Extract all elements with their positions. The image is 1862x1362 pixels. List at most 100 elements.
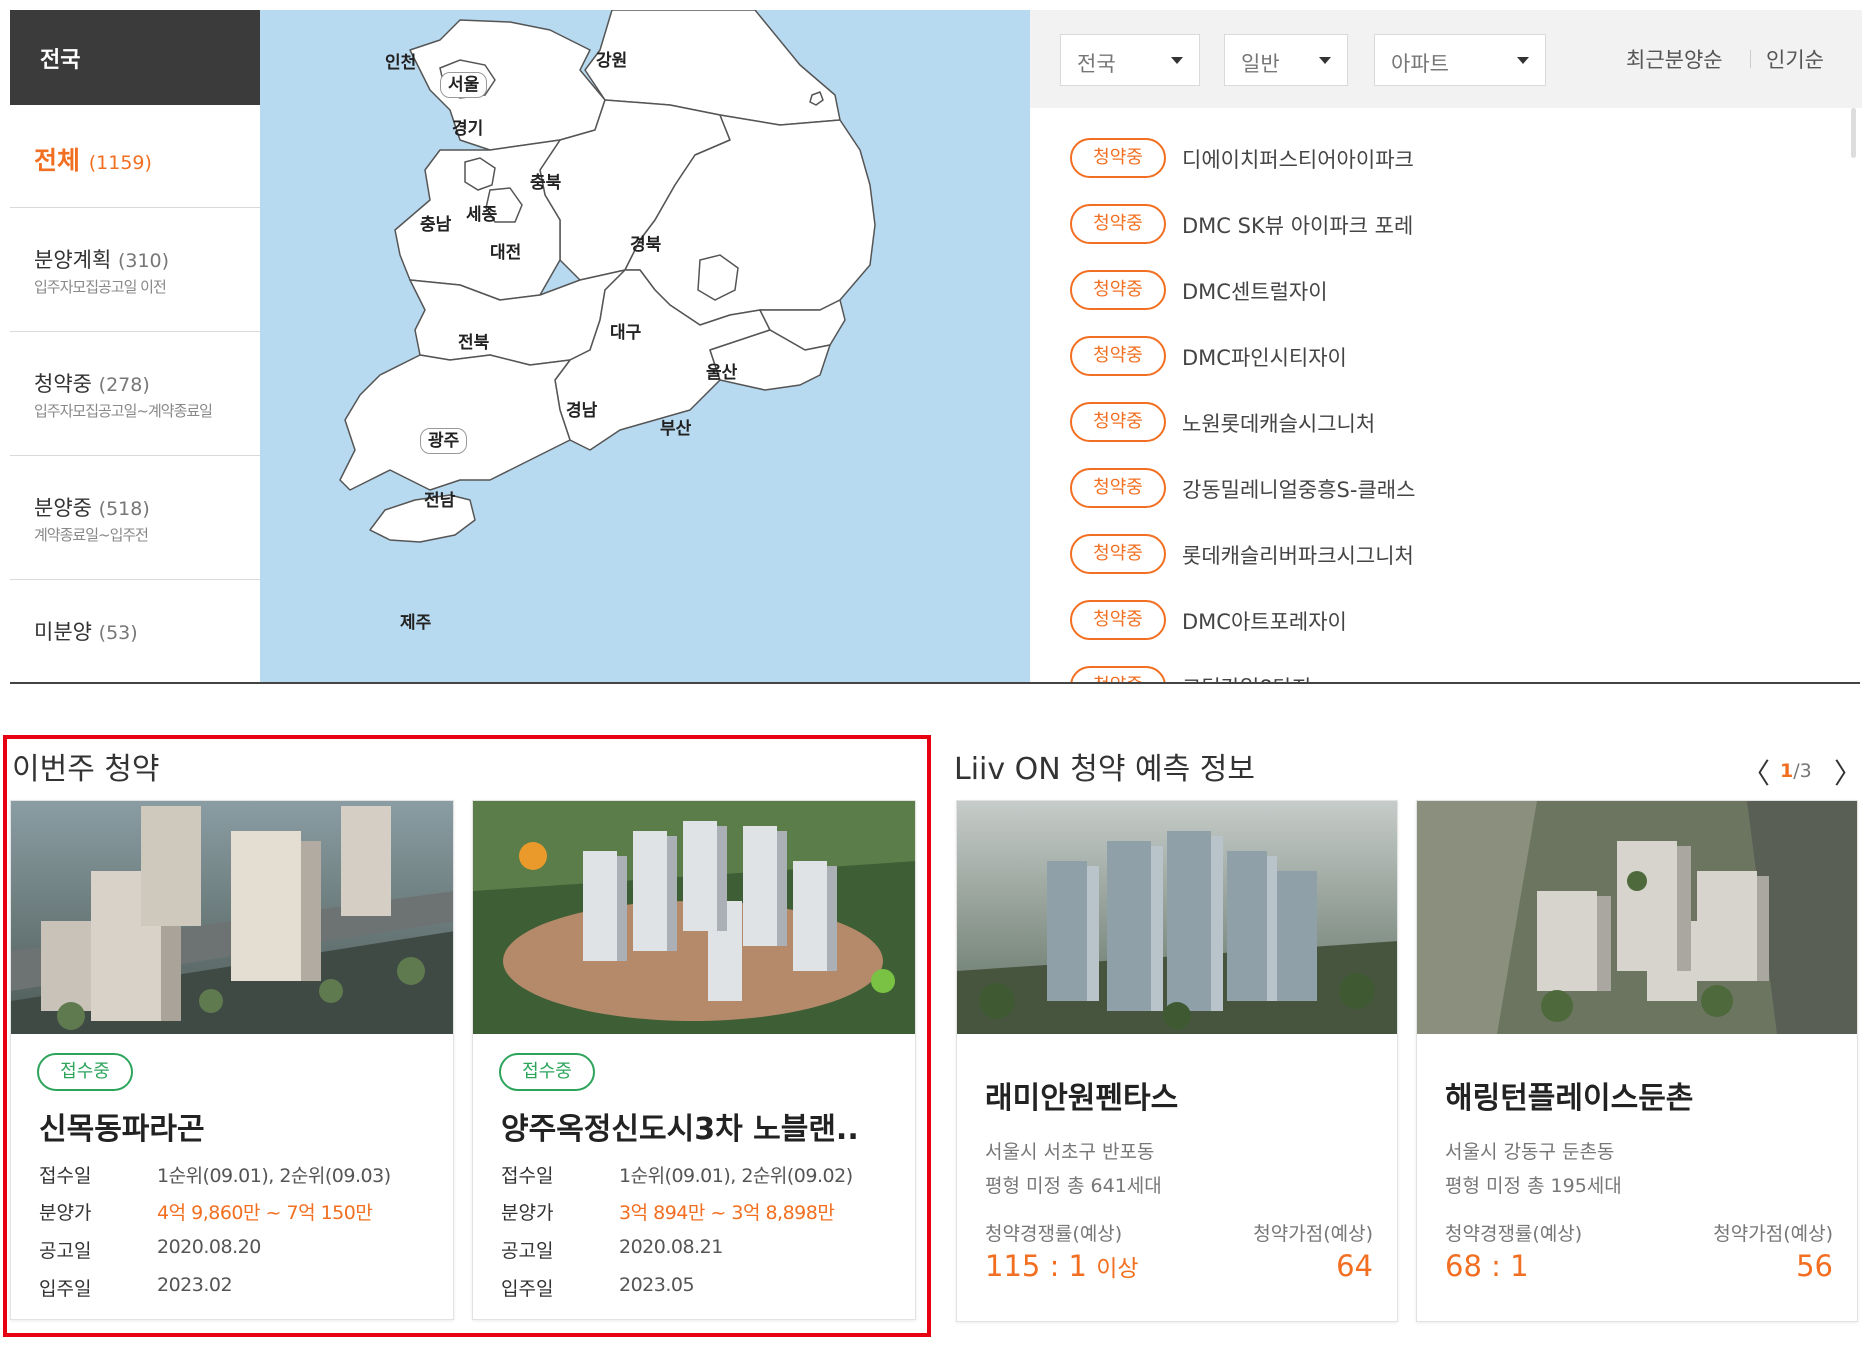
prev-arrow-icon[interactable]: 〈 bbox=[1742, 752, 1770, 792]
category-all[interactable]: 전체 (1159) bbox=[10, 105, 260, 208]
caret-down-icon bbox=[1171, 57, 1183, 64]
row-key: 분양가 bbox=[39, 1202, 92, 1224]
building-type-select[interactable]: 아파트 bbox=[1374, 34, 1546, 86]
region-gyeongnam[interactable]: 경남 bbox=[566, 396, 597, 421]
list-item-name: 고덕강일8단지 bbox=[1182, 672, 1311, 682]
card-address: 서울시 강동구 둔촌동 bbox=[1445, 1141, 1615, 1163]
region-tab-label: 전국 bbox=[40, 48, 81, 73]
sort-popular-link[interactable]: 인기순 bbox=[1766, 44, 1824, 74]
rate-number: 68 : 1 bbox=[1445, 1249, 1529, 1283]
region-jeonnam[interactable]: 전남 bbox=[424, 486, 455, 511]
supply-type-select-value: 일반 bbox=[1241, 52, 1280, 76]
category-selling[interactable]: 분양중 (518) 계약종료일~입주전 bbox=[10, 456, 260, 580]
status-badge: 청약중 bbox=[1070, 138, 1166, 178]
region-chungnam[interactable]: 충남 bbox=[420, 210, 451, 235]
filter-bar: 전국 일반 아파트 최근분양순 인기순 bbox=[1030, 10, 1862, 108]
category-title: 분양중 bbox=[34, 496, 92, 520]
region-ulsan[interactable]: 울산 bbox=[706, 358, 737, 383]
row-value: 1순위(09.01), 2순위(09.02) bbox=[619, 1165, 853, 1187]
row-key: 접수일 bbox=[501, 1165, 554, 1187]
subscription-card[interactable]: 접수중 양주옥정신도시3차 노블랜.. 접수일 1순위(09.01), 2순위(0… bbox=[472, 800, 916, 1320]
region-chungbuk[interactable]: 충북 bbox=[530, 168, 561, 193]
status-badge: 청약중 bbox=[1070, 534, 1166, 574]
category-count: (53) bbox=[98, 622, 138, 644]
region-busan[interactable]: 부산 bbox=[660, 414, 691, 439]
prediction-card[interactable]: 해링턴플레이스둔촌 서울시 강동구 둔촌동 평형 미정 총 195세대 청약경쟁… bbox=[1416, 800, 1858, 1322]
list-item-name: DMC아트포레자이 bbox=[1182, 610, 1347, 634]
list-item-name: 강동밀레니얼중흥S-클래스 bbox=[1182, 478, 1416, 502]
row-value: 2020.08.20 bbox=[157, 1236, 261, 1258]
category-planned[interactable]: 분양계획 (310) 입주자모집공고일 이전 bbox=[10, 208, 260, 332]
card-address: 서울시 서초구 반포동 bbox=[985, 1141, 1155, 1163]
this-week-title: 이번주 청약 bbox=[12, 752, 160, 787]
region-sejong[interactable]: 세종 bbox=[466, 200, 497, 225]
status-badge: 청약중 bbox=[1070, 402, 1166, 442]
building-image bbox=[473, 801, 915, 1034]
korea-map-shape bbox=[339, 10, 876, 543]
status-badge: 청약중 bbox=[1070, 468, 1166, 508]
list-item-name: DMC SK뷰 아이파크 포레 bbox=[1182, 214, 1414, 238]
row-key: 입주일 bbox=[39, 1278, 92, 1300]
sort-recent-link[interactable]: 최근분양순 bbox=[1626, 44, 1723, 74]
category-subtitle: 입주자모집공고일 이전 bbox=[34, 278, 167, 296]
category-subtitle: 입주자모집공고일~계약종료일 bbox=[34, 402, 213, 420]
region-gyeonggi[interactable]: 경기 bbox=[452, 114, 483, 139]
list-item-name: DMC센트럴자이 bbox=[1182, 280, 1328, 304]
category-subscribing[interactable]: 청약중 (278) 입주자모집공고일~계약종료일 bbox=[10, 332, 260, 456]
row-key: 접수일 bbox=[39, 1165, 92, 1187]
list-scrollbar[interactable] bbox=[1851, 108, 1856, 158]
region-daejeon[interactable]: 대전 bbox=[490, 238, 521, 263]
score-label: 청약가점(예상) bbox=[1253, 1223, 1373, 1245]
row-value: 2023.02 bbox=[157, 1274, 233, 1296]
sort-separator bbox=[1750, 50, 1751, 68]
list-item-name: 롯데캐슬리버파크시그니처 bbox=[1182, 544, 1414, 568]
prediction-title: Liiv ON 청약 예측 정보 bbox=[954, 752, 1255, 787]
region-tab[interactable]: 전국 bbox=[10, 10, 302, 105]
subscription-card[interactable]: 접수중 신목동파라곤 접수일 1순위(09.01), 2순위(09.03) 분양가… bbox=[10, 800, 454, 1320]
region-incheon[interactable]: 인천 bbox=[385, 48, 416, 73]
region-gyeongbuk[interactable]: 경북 bbox=[630, 230, 661, 255]
pager: 〈 1/3 〉 bbox=[1742, 752, 1862, 790]
status-badge: 청약중 bbox=[1070, 270, 1166, 310]
korea-map: 인천 서울 경기 강원 충북 충남 세종 대전 경북 전북 대구 울산 경남 부… bbox=[260, 10, 1030, 682]
row-key: 분양가 bbox=[501, 1202, 554, 1224]
region-jeju[interactable]: 제주 bbox=[400, 608, 431, 633]
list-item-name: DMC파인시티자이 bbox=[1182, 346, 1347, 370]
building-image bbox=[11, 801, 453, 1034]
card-unit-info: 평형 미정 총 195세대 bbox=[1445, 1175, 1622, 1197]
supply-type-select[interactable]: 일반 bbox=[1224, 34, 1348, 86]
region-gangwon[interactable]: 강원 bbox=[596, 46, 627, 71]
region-daegu[interactable]: 대구 bbox=[610, 318, 641, 343]
row-value: 2020.08.21 bbox=[619, 1236, 723, 1258]
rate-suffix: 이상 bbox=[1096, 1256, 1139, 1282]
status-badge: 청약중 bbox=[1070, 204, 1166, 244]
page-total: /3 bbox=[1793, 760, 1812, 782]
prediction-card[interactable]: 래미안원펜타스 서울시 서초구 반포동 평형 미정 총 641세대 청약경쟁률(… bbox=[956, 800, 1398, 1322]
list-item-name: 노원롯데캐슬시그니처 bbox=[1182, 412, 1376, 436]
building-type-select-value: 아파트 bbox=[1391, 52, 1449, 76]
region-select[interactable]: 전국 bbox=[1060, 34, 1200, 86]
card-title: 신목동파라곤 bbox=[39, 1112, 205, 1147]
next-arrow-icon[interactable]: 〉 bbox=[1834, 752, 1862, 792]
caret-down-icon bbox=[1517, 57, 1529, 64]
rate-label: 청약경쟁률(예상) bbox=[1445, 1223, 1583, 1245]
row-key: 입주일 bbox=[501, 1278, 554, 1300]
row-key: 공고일 bbox=[501, 1240, 554, 1262]
category-count: (1159) bbox=[88, 152, 152, 174]
rate-value: 68 : 1 bbox=[1445, 1249, 1529, 1283]
row-value: 3억 894만 ~ 3억 8,898만 bbox=[619, 1202, 835, 1224]
region-jeonbuk[interactable]: 전북 bbox=[458, 328, 489, 353]
category-unsold[interactable]: 미분양 (53) bbox=[10, 580, 260, 682]
section-divider bbox=[10, 682, 1860, 684]
category-count: (310) bbox=[117, 250, 170, 272]
list-item-name: 디에이치퍼스티어아이파크 bbox=[1182, 148, 1414, 172]
listing-list[interactable]: 청약중 디에이치퍼스티어아이파크 청약중 DMC SK뷰 아이파크 포레 청약중 DM… bbox=[1030, 108, 1862, 682]
building-image bbox=[957, 801, 1397, 1034]
row-key: 공고일 bbox=[39, 1240, 92, 1262]
region-seoul[interactable]: 서울 bbox=[440, 72, 488, 98]
page-indicator: 1/3 bbox=[1780, 760, 1812, 782]
status-badge: 접수중 bbox=[499, 1053, 595, 1091]
category-count: (518) bbox=[98, 498, 150, 520]
region-gwangju[interactable]: 광주 bbox=[420, 428, 468, 454]
status-badge: 청약중 bbox=[1070, 336, 1166, 376]
